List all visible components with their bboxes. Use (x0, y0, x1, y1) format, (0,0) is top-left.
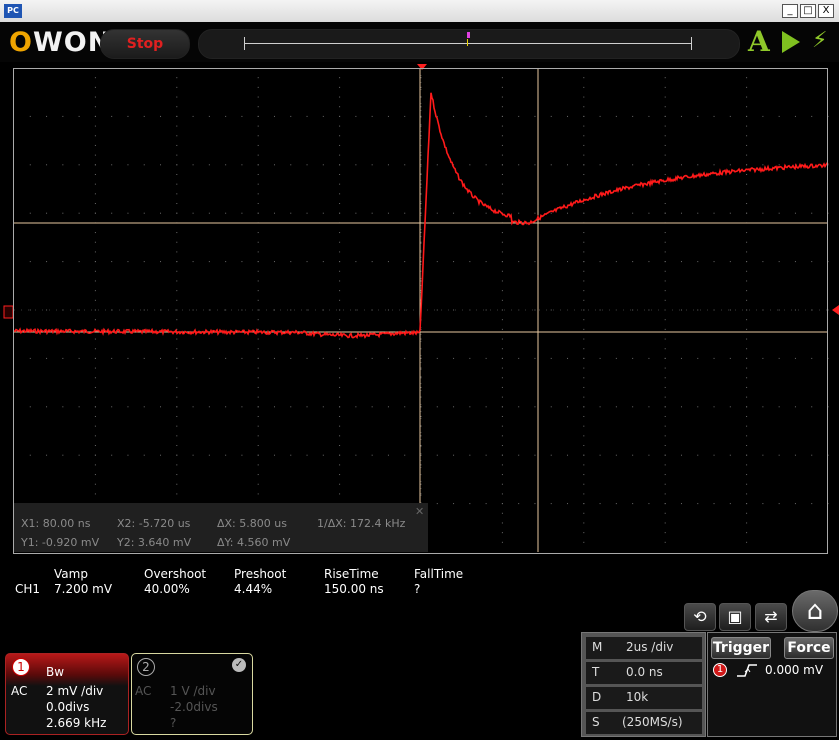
memory-position-bar[interactable] (198, 29, 740, 59)
checkmark-icon[interactable]: ✓ (232, 658, 246, 672)
ch1-ground-marker (3, 305, 14, 319)
horizontal-row-depth[interactable]: D 10k (586, 687, 702, 709)
meas-header-risetime: RiseTime (324, 567, 379, 581)
row-value: 2us /div (626, 640, 674, 654)
row-value: 0.0 ns (626, 665, 663, 679)
trigger-button[interactable]: Trigger (711, 637, 771, 659)
horizontal-panel[interactable]: M 2us /div T 0.0 ns D 10k S (250MS/s) (581, 632, 706, 737)
ch1-coupling: AC (11, 684, 28, 698)
app-icon: PC (4, 4, 22, 18)
meas-value-risetime: 150.00 ns (324, 582, 384, 596)
row-key: M (592, 640, 603, 654)
run-icon[interactable] (782, 31, 800, 53)
view-position-marker (467, 39, 468, 46)
home-icon[interactable]: ⌂ (792, 590, 838, 632)
ch1-badge: 1 (12, 658, 30, 676)
cursor-readout-panel: X1: 80.00 ns X2: -5.720 us ΔX: 5.800 us … (14, 503, 428, 552)
ch1-offset: 0.0divs (46, 700, 90, 714)
cursor-dy-value: ΔY: 4.560 mV (217, 536, 291, 549)
owon-logo: OWON (9, 27, 112, 58)
cursor-x1-value: X1: 80.00 ns (21, 517, 91, 530)
scope-frame (13, 68, 828, 554)
cursor-x2-value: X2: -5.720 us (117, 517, 191, 530)
horizontal-row-trigger-time[interactable]: T 0.0 ns (586, 662, 702, 684)
row-value: (250MS/s) (622, 715, 683, 729)
scope-display[interactable] (0, 64, 839, 554)
force-button[interactable]: Force (784, 637, 834, 659)
meas-header-preshoot: Preshoot (234, 567, 287, 581)
close-button[interactable]: X (818, 4, 834, 18)
autoset-icon[interactable]: A (748, 25, 770, 58)
ch1-frequency: 2.669 kHz (46, 716, 107, 730)
row-key: D (592, 690, 602, 704)
reset-icon[interactable]: ⟲ (684, 603, 716, 631)
ch2-scale: 1 V /div (170, 684, 216, 698)
horizontal-row-sample-rate[interactable]: S (250MS/s) (586, 712, 702, 734)
meas-value-preshoot: 4.44% (234, 582, 273, 596)
meas-header-falltime: FallTime (414, 567, 464, 581)
cursor-y2-value: Y2: 3.640 mV (117, 536, 192, 549)
rising-edge-icon (737, 664, 757, 677)
swap-icon[interactable]: ⇄ (755, 603, 787, 631)
save-icon[interactable]: ▣ (719, 603, 751, 631)
maximize-button[interactable]: □ (800, 4, 816, 18)
memory-range-start (244, 37, 245, 50)
horizontal-row-timebase[interactable]: M 2us /div (586, 637, 702, 659)
ch1-scale: 2 mV /div (46, 684, 104, 698)
cursor-y1-value: Y1: -0.920 mV (21, 536, 100, 549)
memory-range-line (244, 43, 692, 44)
ch2-coupling: AC (135, 684, 152, 698)
row-value: 10k (626, 690, 649, 704)
ch2-badge: 2 (137, 658, 155, 676)
trigger-level-marker (832, 305, 839, 315)
toolbar: OWON Stop A ⚡ (0, 22, 839, 62)
memory-range-end (691, 37, 692, 50)
meas-value-overshoot: 40.00% (144, 582, 190, 596)
meas-header-overshoot: Overshoot (144, 567, 207, 581)
lightning-icon[interactable]: ⚡ (812, 28, 827, 53)
row-key: T (592, 665, 600, 679)
row-key: S (592, 715, 600, 729)
meas-value-vamp: 7.200 mV (54, 582, 113, 596)
trigger-source-badge: 1 (713, 663, 727, 677)
ch2-panel[interactable]: 2 ✓ AC 1 V /div -2.0divs ? (131, 653, 253, 735)
ch2-frequency: ? (170, 716, 177, 730)
close-icon[interactable]: ✕ (415, 505, 424, 518)
run-stop-button[interactable]: Stop (100, 29, 190, 59)
ch2-offset: -2.0divs (170, 700, 218, 714)
window-title-bar: PC _ □ X (0, 0, 839, 23)
ch1-bandwidth-limit: Bw (46, 665, 65, 679)
minimize-button[interactable]: _ (782, 4, 798, 18)
ch1-panel[interactable]: 1 Bw AC 2 mV /div 0.0divs 2.669 kHz (5, 653, 129, 735)
meas-channel: CH1 (15, 582, 41, 596)
trigger-panel: Trigger Force 1 0.000 mV (707, 632, 837, 737)
meas-header-vamp: Vamp (54, 567, 88, 581)
cursor-dx-value: ΔX: 5.800 us (217, 517, 287, 530)
trigger-level: 0.000 mV (765, 663, 824, 677)
trigger-position-marker (467, 32, 470, 38)
meas-value-falltime: ? (414, 582, 421, 596)
cursor-inv-dx-value: 1/ΔX: 172.4 kHz (317, 517, 406, 530)
